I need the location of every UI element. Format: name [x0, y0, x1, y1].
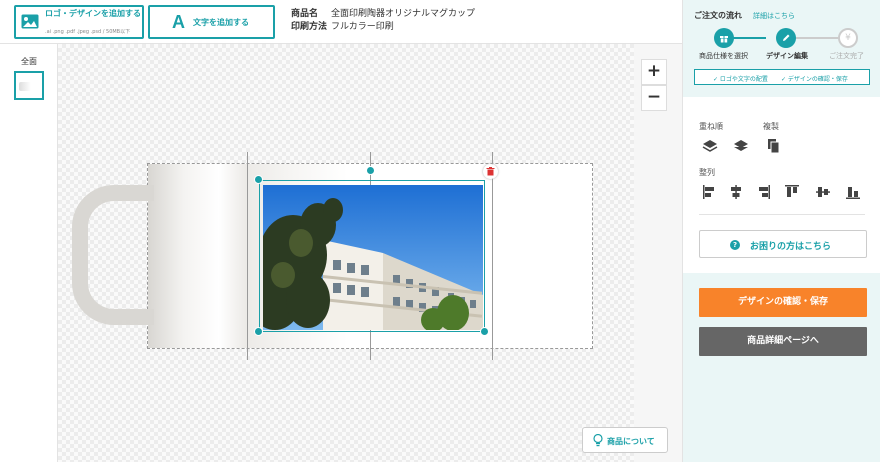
design-checklist: ✓ ロゴや文字の配置 ✓ デザインの確認・保存 [694, 69, 870, 85]
product-info: 商品名 全面印刷陶器オリジナルマグカップ 印刷方法 フルカラー印刷 [291, 8, 475, 34]
align-bottom-icon[interactable] [845, 184, 861, 200]
resize-handle-bottom-right[interactable] [480, 327, 489, 336]
zoom-out-button[interactable]: − [641, 85, 667, 111]
checklist-item: ✓ ロゴや文字の配置 [713, 76, 768, 83]
lightbulb-icon [593, 434, 603, 447]
design-canvas[interactable]: + − 商品について [58, 44, 682, 462]
add-text-button[interactable]: A 文字を追加する [148, 5, 275, 39]
align-top-icon[interactable] [784, 184, 800, 200]
duplicate-label: 複製 [763, 122, 779, 131]
bring-forward-icon[interactable] [702, 138, 718, 154]
resize-handle-top-left[interactable] [254, 175, 263, 184]
divider [699, 214, 865, 215]
step-label: デザイン編集 [766, 52, 808, 60]
align-label: 整列 [699, 168, 715, 177]
side-thumbnail[interactable] [14, 71, 44, 100]
order-flow-detail-link[interactable]: 詳細はこちら [753, 11, 795, 21]
align-left-icon[interactable] [702, 184, 718, 200]
confirm-save-design-button[interactable]: デザインの確認・保存 [699, 288, 867, 317]
gift-icon [714, 28, 734, 48]
guide-line [247, 152, 248, 360]
building-photo [263, 185, 483, 330]
top-toolbar: ロゴ・デザインを追加する .ai .png .pdf .jpeg .psd / … [0, 0, 682, 44]
align-middle-icon[interactable] [815, 184, 831, 200]
add-logo-design-label: ロゴ・デザインを追加する [45, 9, 141, 18]
about-product-label: 商品について [607, 437, 655, 446]
send-backward-icon[interactable] [733, 138, 749, 154]
align-right-icon[interactable] [755, 184, 771, 200]
help-button[interactable]: ? お困りの方はこちら [699, 230, 867, 258]
photo-drawing [263, 185, 483, 330]
print-method-key: 印刷方法 [291, 22, 328, 32]
question-icon: ? [730, 240, 740, 250]
rotate-handle[interactable] [366, 166, 375, 175]
side-label: 全面 [21, 57, 37, 66]
duplicate-icon[interactable] [766, 138, 782, 154]
text-icon: A [172, 12, 185, 32]
print-method-value: フルカラー印刷 [331, 22, 394, 32]
add-text-label: 文字を追加する [193, 18, 249, 27]
guide-line [492, 152, 493, 360]
order-flow: ご注文の流れ 詳細はこちら ¥ 商品仕様を選択 デザイン編集 ご注文完了 ✓ ロ… [683, 0, 880, 97]
checklist-item: ✓ デザインの確認・保存 [781, 76, 848, 83]
product-name-key: 商品名 [291, 9, 319, 19]
selected-image[interactable] [259, 180, 485, 332]
mug-handle [72, 185, 154, 325]
add-logo-design-button[interactable]: ロゴ・デザインを追加する .ai .png .pdf .jpeg .psd / … [14, 5, 144, 39]
order-flow-title: ご注文の流れ [694, 11, 742, 20]
resize-handle-bottom-left[interactable] [254, 327, 263, 336]
step-label: ご注文完了 [829, 52, 864, 60]
zoom-in-button[interactable]: + [641, 59, 667, 85]
help-label: お困りの方はこちら [750, 242, 832, 252]
pencil-icon [776, 28, 796, 48]
image-icon [21, 14, 39, 29]
layer-order-label: 重ね順 [699, 122, 723, 131]
product-name-value: 全面印刷陶器オリジナルマグカップ [331, 9, 476, 19]
right-panel: ご注文の流れ 詳細はこちら ¥ 商品仕様を選択 デザイン編集 ご注文完了 ✓ ロ… [682, 0, 880, 462]
yen-icon: ¥ [838, 28, 858, 48]
step-label: 商品仕様を選択 [699, 52, 748, 60]
trash-icon[interactable] [483, 164, 498, 179]
product-detail-page-button[interactable]: 商品詳細ページへ [699, 327, 867, 356]
about-product-button[interactable]: 商品について [582, 427, 668, 453]
side-selector: 全面 [0, 44, 58, 462]
align-center-icon[interactable] [728, 184, 744, 200]
upload-formats-note: .ai .png .pdf .jpeg .psd / 50MB以下 [45, 29, 131, 35]
